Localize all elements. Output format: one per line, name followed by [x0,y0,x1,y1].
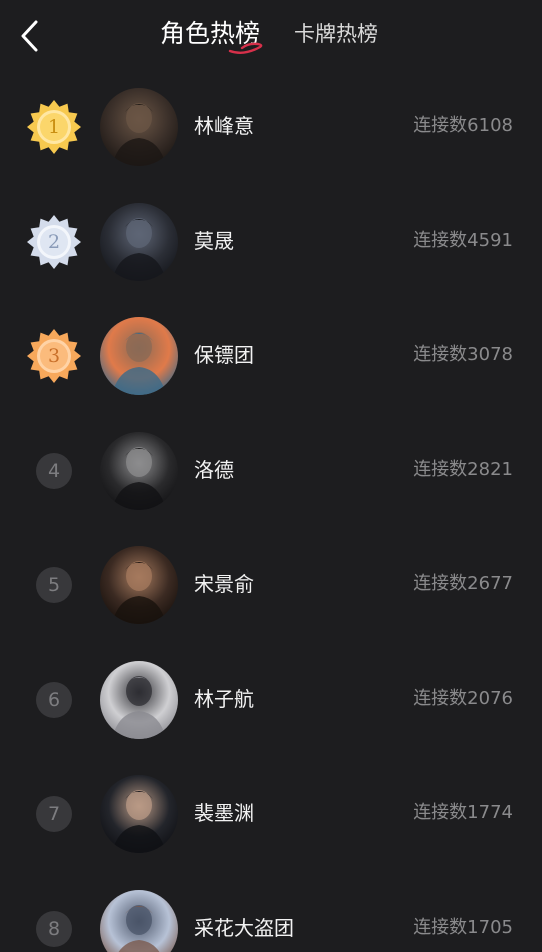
bronze-medal-icon: 3 [27,329,81,383]
rank-number: 2 [47,230,61,253]
ranking-row[interactable]: 6 林子航 连接数2076 [0,643,542,758]
tab-active-indicator [228,42,263,54]
ranking-list: 1 林峰意 连接数6108 2 莫晟 连接数4591 3 保镖团 连接数3078 4 洛德 连接数28… [0,70,542,952]
ranking-row[interactable]: 4 洛德 连接数2821 [0,414,542,529]
connection-count: 连接数3078 [413,344,513,365]
character-name: 林子航 [194,686,254,711]
connection-count: 连接数2821 [413,458,513,480]
chevron-left-icon [21,20,38,52]
rank-number: 5 [36,567,72,603]
back-button[interactable] [12,16,48,56]
rank-number: 1 [47,116,61,138]
connection-count: 连接数6108 [413,115,513,136]
avatar[interactable] [100,660,178,739]
character-name: 裴墨渊 [194,801,254,825]
character-name: 宋景俞 [194,572,254,596]
tab-label: 卡牌热榜 [294,22,378,46]
rank-number: 6 [36,681,72,718]
ranking-row[interactable]: 5 宋景俞 连接数2677 [0,528,542,643]
avatar[interactable] [100,889,178,952]
rank-badge: 8 [27,902,81,952]
tab-card-ranking[interactable]: 卡牌热榜 [294,16,378,52]
ranking-row[interactable]: 7 裴墨渊 连接数1774 [0,757,542,872]
connection-count: 连接数2076 [413,687,513,709]
header: 角色热榜 卡牌热榜 [0,0,542,70]
avatar[interactable] [100,317,178,395]
rank-badge: 1 [27,100,81,154]
rank-badge: 5 [27,558,81,612]
avatar[interactable] [100,546,178,624]
avatar[interactable] [100,88,178,166]
connection-count: 连接数4591 [413,229,513,251]
rank-number: 3 [47,345,61,367]
app-root: 角色热榜 卡牌热榜 1 林峰意 连接数6108 2 莫晟 连接数4591 3 保镖团 连接数30… [0,0,542,952]
rank-number: 8 [36,910,72,947]
rank-badge: 6 [27,673,81,727]
rank-badge: 3 [27,329,81,383]
connection-count: 连接数1705 [413,916,513,938]
character-name: 保镖团 [194,343,254,367]
ranking-row[interactable]: 3 保镖团 连接数3078 [0,299,542,414]
character-name: 采花大盗团 [194,915,294,940]
silver-medal-icon: 2 [27,214,81,269]
avatar[interactable] [100,431,178,510]
rank-badge: 2 [27,214,81,269]
rank-number: 4 [36,452,72,489]
gold-medal-icon: 1 [27,100,81,154]
avatar[interactable] [100,202,178,281]
rank-number: 7 [36,796,72,832]
character-name: 莫晟 [194,228,234,253]
rank-badge: 7 [27,787,81,841]
character-name: 洛德 [194,457,234,482]
ranking-row[interactable]: 1 林峰意 连接数6108 [0,70,542,185]
connection-count: 连接数2677 [413,573,513,594]
ranking-row[interactable]: 2 莫晟 连接数4591 [0,185,542,300]
character-name: 林峰意 [194,114,254,138]
tab-character-ranking[interactable]: 角色热榜 [160,16,263,54]
avatar[interactable] [100,775,178,853]
connection-count: 连接数1774 [413,802,513,823]
ranking-row[interactable]: 8 采花大盗团 连接数1705 [0,872,542,952]
rank-badge: 4 [27,444,81,498]
